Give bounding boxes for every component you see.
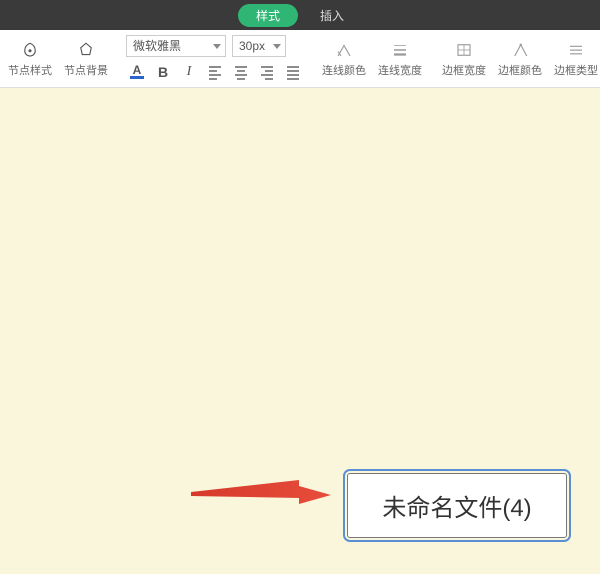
node-style-label: 节点样式 [8, 62, 52, 78]
top-tabs: 样式 插入 [0, 0, 600, 30]
node-text: 未命名文件(4) [382, 495, 531, 522]
border-width-icon [454, 40, 474, 60]
node-bg-label: 节点背景 [64, 62, 108, 78]
font-family-value: 微软雅黑 [133, 37, 181, 54]
line-width-button[interactable]: 连线宽度 [372, 30, 428, 87]
tab-insert[interactable]: 插入 [302, 4, 362, 27]
arrow-annotation [191, 478, 331, 512]
chevron-down-icon [213, 44, 221, 49]
align-left-button[interactable] [204, 61, 226, 83]
toolbar: 节点样式 节点背景 微软雅黑 30px A B I [0, 30, 600, 88]
border-color-icon [510, 40, 530, 60]
canvas[interactable]: 未命名文件(4) [0, 88, 600, 574]
border-type-icon [566, 40, 586, 60]
border-type-label: 边框类型 [554, 62, 598, 78]
line-width-label: 连线宽度 [378, 62, 422, 78]
border-color-label: 边框颜色 [498, 62, 542, 78]
italic-button[interactable]: I [178, 61, 200, 83]
font-size-select[interactable]: 30px [232, 35, 286, 57]
node-bg-button[interactable]: 节点背景 [58, 30, 114, 87]
font-controls: 微软雅黑 30px A B I [122, 30, 308, 87]
align-right-button[interactable] [256, 61, 278, 83]
align-center-button[interactable] [230, 61, 252, 83]
line-color-button[interactable]: 连线颜色 [316, 30, 372, 87]
node-bg-icon [76, 40, 96, 60]
bold-button[interactable]: B [152, 61, 174, 83]
border-type-button[interactable]: 边框类型 [548, 30, 600, 87]
border-width-button[interactable]: 边框宽度 [436, 30, 492, 87]
font-family-select[interactable]: 微软雅黑 [126, 35, 226, 57]
border-width-label: 边框宽度 [442, 62, 486, 78]
line-width-icon [390, 40, 410, 60]
tab-style[interactable]: 样式 [238, 4, 298, 27]
node-style-icon [20, 40, 40, 60]
border-color-button[interactable]: 边框颜色 [492, 30, 548, 87]
font-size-value: 30px [239, 39, 265, 53]
line-color-label: 连线颜色 [322, 62, 366, 78]
line-color-icon [334, 40, 354, 60]
node-box[interactable]: 未命名文件(4) [347, 473, 567, 538]
align-justify-button[interactable] [282, 61, 304, 83]
node-style-button[interactable]: 节点样式 [2, 30, 58, 87]
chevron-down-icon [273, 44, 281, 49]
font-color-button[interactable]: A [126, 61, 148, 83]
